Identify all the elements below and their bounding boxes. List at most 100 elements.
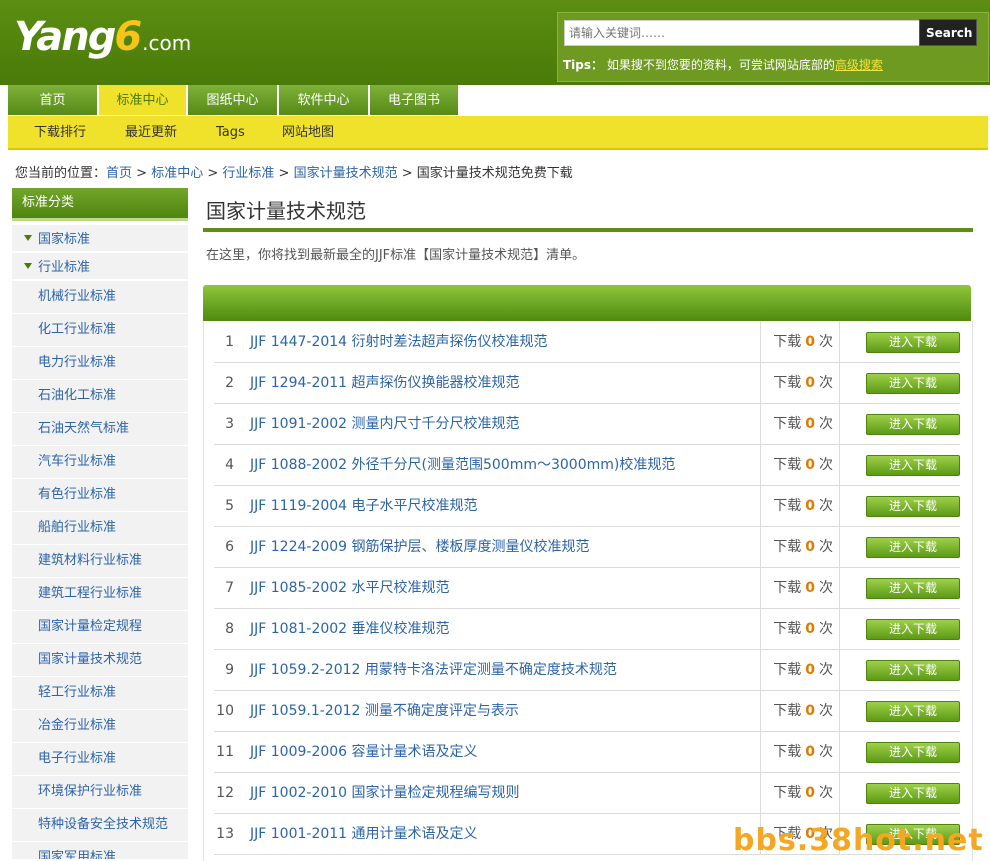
standard-title-link[interactable]: JJF 1085-2002 水平尺校准规范 [250,567,450,609]
sidebar-item[interactable]: 有色行业标准 [12,479,188,512]
sidebar-item[interactable]: 国家军用标准 [12,842,188,859]
enter-download-button[interactable]: 进入下载 [866,496,960,517]
sidebar-category-national[interactable]: 国家标准 [12,225,188,251]
download-prefix: 下载 [773,703,802,719]
list-header-bar [203,285,971,321]
logo-text: Yang [14,14,116,60]
enter-download-button[interactable]: 进入下载 [866,332,960,353]
download-count-value: 0 [805,498,815,514]
sidebar-item[interactable]: 电力行业标准 [12,347,188,380]
enter-download-button[interactable]: 进入下载 [866,660,960,681]
row-number: 1 [225,334,234,350]
sidebar-item[interactable]: 建筑工程行业标准 [12,578,188,611]
breadcrumb: 您当前的位置：首页 > 标准中心 > 行业标准 > 国家计量技术规范 > 国家计… [15,162,573,181]
breadcrumb-standards[interactable]: 标准中心 [151,166,203,181]
download-count-value: 0 [805,375,815,391]
sidebar-item[interactable]: 汽车行业标准 [12,446,188,479]
nav-tab-software[interactable]: 软件中心 [279,85,370,115]
download-count: 下载 0 次 [760,362,840,403]
download-prefix: 下载 [773,621,802,637]
download-suffix: 次 [819,621,833,637]
standard-title-link[interactable]: JJF 1001-2011 通用计量术语及定义 [250,813,478,855]
download-count-value: 0 [805,703,815,719]
sidebar-item[interactable]: 石油化工标准 [12,380,188,413]
download-count: 下载 0 次 [760,772,840,813]
row-number: 10 [216,703,234,719]
sub-nav: 下载排行 最近更新 Tags 网站地图 [8,116,988,150]
standard-title-link[interactable]: JJF 1059.1-2012 测量不确定度评定与表示 [250,690,519,732]
nav-tab-drawings[interactable]: 图纸中心 [188,85,279,115]
page-title: 国家计量技术规范 [203,190,973,232]
sidebar-item[interactable]: 建筑材料行业标准 [12,545,188,578]
row-number: 3 [225,416,234,432]
sidebar-item[interactable]: 机械行业标准 [12,281,188,314]
list-item: 6 JJF 1224-2009 钢筋保护层、楼板厚度测量仪校准规范 下载 0 次 进入下载 [214,526,960,568]
sidebar-item[interactable]: 特种设备安全技术规范 [12,809,188,842]
sidebar-item[interactable]: 环境保护行业标准 [12,776,188,809]
sidebar: 标准分类 国家标准 行业标准 机械行业标准 化工行业标准 电力行业标准 石油化工标准石… [12,188,188,859]
sidebar-item[interactable]: 石油天然气标准 [12,413,188,446]
subnav-download-rank[interactable]: 下载排行 [34,116,86,150]
site-logo[interactable]: Yang6 .com [14,14,191,60]
tips-text: 如果搜不到您要的资料，可尝试网站底部的 [606,58,835,72]
download-count-value: 0 [805,457,815,473]
download-count: 下载 0 次 [760,567,840,608]
enter-download-button[interactable]: 进入下载 [866,414,960,435]
subnav-tags[interactable]: Tags [216,116,245,150]
search-button[interactable]: Search [919,19,977,46]
enter-download-button[interactable]: 进入下载 [866,578,960,599]
sidebar-item[interactable]: 国家计量技术规范 [12,644,188,677]
sidebar-item[interactable]: 冶金行业标准 [12,710,188,743]
download-suffix: 次 [819,703,833,719]
watermark: bbs.38hot.net [733,823,984,858]
breadcrumb-industry[interactable]: 行业标准 [222,166,274,181]
breadcrumb-home[interactable]: 首页 [106,166,132,181]
search-input[interactable] [564,20,920,46]
standards-list: 1 JJF 1447-2014 衍射时差法超声探伤仪校准规范 下载 0 次进入下载 2 JJ… [203,321,973,861]
standard-title-link[interactable]: JJF 1009-2006 容量计量术语及定义 [250,731,478,773]
breadcrumb-sep: > [203,166,223,181]
standard-title-link[interactable]: JJF 1447-2014 衍射时差法超声探伤仪校准规范 [250,321,548,363]
enter-download-button[interactable]: 进入下载 [866,742,960,763]
download-suffix: 次 [819,457,833,473]
standard-title-link[interactable]: JJF 1294-2011 超声探伤仪换能器校准规范 [250,362,520,404]
download-suffix: 次 [819,539,833,555]
download-prefix: 下载 [773,744,802,760]
standard-title-link[interactable]: JJF 1119-2004 电子水平尺校准规范 [250,485,478,527]
standard-title-link[interactable]: JJF 1002-2010 国家计量检定规程编写规则 [250,772,520,814]
sidebar-item[interactable]: 轻工行业标准 [12,677,188,710]
nav-tab-standards[interactable]: 标准中心 [99,85,188,115]
sidebar-item[interactable]: 化工行业标准 [12,314,188,347]
download-prefix: 下载 [773,457,802,473]
download-suffix: 次 [819,498,833,514]
sidebar-item[interactable]: 船舶行业标准 [12,512,188,545]
sidebar-category-industry[interactable]: 行业标准 [12,253,188,279]
nav-tab-home[interactable]: 首页 [8,85,99,115]
standard-title-link[interactable]: JJF 1088-2002 外径千分尺(测量范围500mm～3000mm)校准规… [250,444,675,486]
standard-title-link[interactable]: JJF 1081-2002 垂准仪校准规范 [250,608,450,650]
standard-title-link[interactable]: JJF 1091-2002 测量内尺寸千分尺校准规范 [250,403,520,445]
sidebar-item[interactable]: 国家计量检定规程 [12,611,188,644]
enter-download-button[interactable]: 进入下载 [866,701,960,722]
nav-tab-ebooks[interactable]: 电子图书 [370,85,460,115]
list-item: 11 JJF 1009-2006 容量计量术语及定义 下载 0 次 进入下载 [214,731,960,773]
sidebar-category-label: 行业标准 [38,260,91,275]
enter-download-button[interactable]: 进入下载 [866,537,960,558]
enter-download-button[interactable]: 进入下载 [866,619,960,640]
enter-download-button[interactable]: 进入下载 [866,373,960,394]
standard-title-link[interactable]: JJF 1224-2009 钢筋保护层、楼板厚度测量仪校准规范 [250,526,590,568]
advanced-search-link[interactable]: 高级搜索 [835,58,883,72]
enter-download-button[interactable]: 进入下载 [866,455,960,476]
list-item: 5 JJF 1119-2004 电子水平尺校准规范 下载 0 次 进入下载 [214,485,960,527]
breadcrumb-jjf[interactable]: 国家计量技术规范 [294,166,398,181]
enter-download-button[interactable]: 进入下载 [866,783,960,804]
sidebar-item[interactable]: 电子行业标准 [12,743,188,776]
expand-arrow-icon [24,235,32,241]
list-item: 1 JJF 1447-2014 衍射时差法超声探伤仪校准规范 下载 0 次 进入下载 [214,321,960,363]
standard-title-link[interactable]: JJF 1059.2-2012 用蒙特卡洛法评定测量不确定度技术规范 [250,649,617,691]
subnav-sitemap[interactable]: 网站地图 [282,116,334,150]
sidebar-title: 标准分类 [12,188,188,221]
breadcrumb-sep: > [132,166,152,181]
subnav-recent-updates[interactable]: 最近更新 [125,116,177,150]
download-count: 下载 0 次 [760,731,840,772]
